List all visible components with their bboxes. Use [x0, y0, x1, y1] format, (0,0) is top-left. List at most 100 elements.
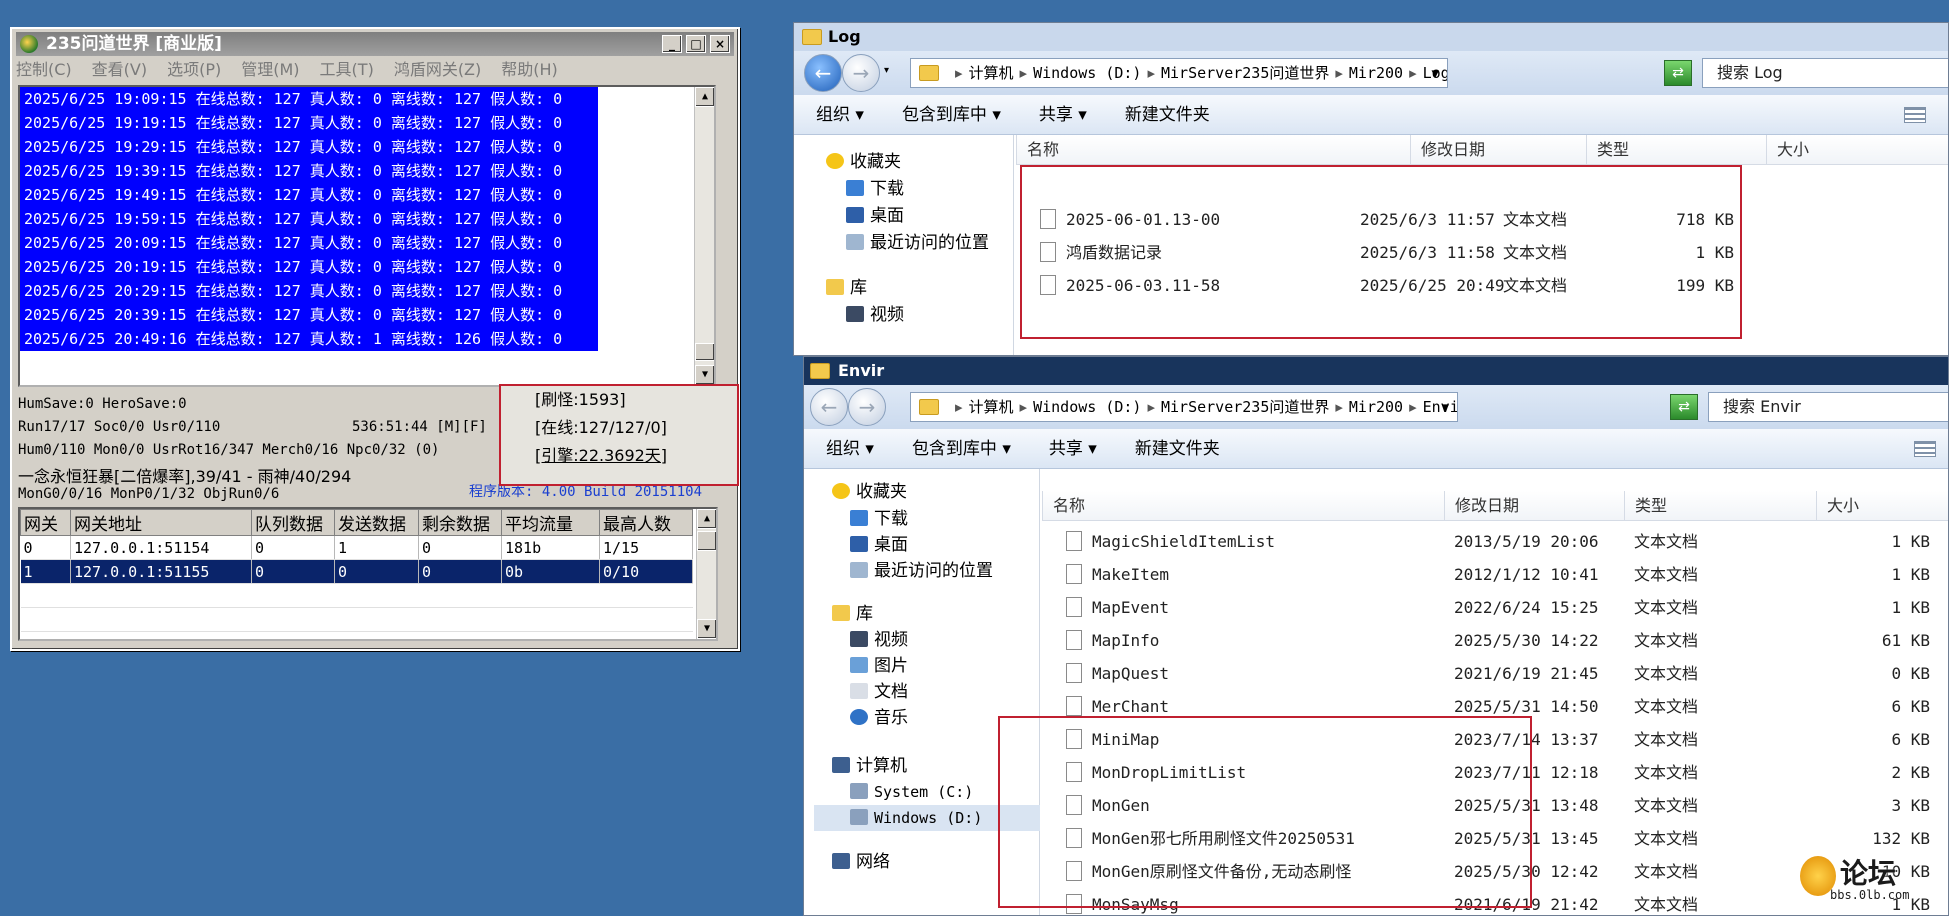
menu-control[interactable]: 控制(C) — [16, 60, 72, 79]
forward-button[interactable]: → — [842, 54, 880, 92]
gateway-scrollbar[interactable]: ▲ ▼ — [696, 509, 716, 639]
nav-pictures[interactable]: 图片 — [850, 653, 908, 679]
file-date: 2025/5/30 14:22 — [1454, 631, 1599, 650]
nav-recent[interactable]: 最近访问的位置 — [850, 558, 993, 584]
close-button[interactable]: × — [710, 35, 730, 53]
scroll-up-icon[interactable]: ▲ — [697, 509, 716, 529]
gateway-table[interactable]: 网关 网关地址 队列数据 发送数据 剩余数据 平均流量 最高人数 0 127.0… — [18, 507, 718, 641]
back-button[interactable]: ← — [810, 388, 848, 426]
crumb[interactable]: 计算机 — [969, 64, 1014, 82]
nav-libraries[interactable]: 库 — [826, 275, 867, 301]
list-item[interactable]: MagicShieldItemList 2013/5/19 20:06 文本文档 1 … — [1042, 525, 1948, 558]
scroll-up-icon[interactable]: ▲ — [695, 87, 714, 107]
nav-documents[interactable]: 文档 — [850, 679, 908, 705]
nav-downloads[interactable]: 下载 — [850, 506, 908, 532]
nav-libraries[interactable]: 库 — [832, 601, 873, 627]
crumb[interactable]: Mir200 — [1349, 64, 1403, 82]
cmd-organize[interactable]: 组织 ▾ — [826, 439, 874, 459]
nav-videos[interactable]: 视频 — [846, 302, 904, 328]
log-scrollbar[interactable]: ▲ ▼ — [694, 87, 714, 385]
chevron-down-icon[interactable]: ▾ — [884, 65, 889, 76]
chevron-down-icon[interactable]: ▾ — [1431, 59, 1439, 87]
scroll-down-icon[interactable]: ▼ — [695, 365, 714, 385]
nav-desktop[interactable]: 桌面 — [850, 532, 908, 558]
maximize-button[interactable]: □ — [686, 35, 706, 53]
log-title-bar[interactable]: Log — [794, 23, 1948, 51]
menu-help[interactable]: 帮助(H) — [501, 60, 558, 79]
log-search-input[interactable]: 搜索 Log — [1702, 58, 1948, 88]
menu-tools[interactable]: 工具(T) — [320, 60, 374, 79]
col-max[interactable]: 最高人数 — [599, 509, 693, 536]
col-queue[interactable]: 队列数据 — [251, 509, 335, 536]
col-send[interactable]: 发送数据 — [334, 509, 419, 536]
refresh-icon[interactable]: ⇄ — [1670, 394, 1698, 420]
envir-title-bar[interactable]: Envir — [804, 357, 1948, 385]
envir-breadcrumb[interactable]: ▸ 计算机 ▸ Windows (D:) ▸ MirServer235问道世界 ▸ Mir20… — [910, 392, 1458, 422]
list-item[interactable]: MapQuest 2021/6/19 21:45 文本文档 0 KB — [1042, 657, 1948, 690]
crumb[interactable]: 计算机 — [969, 398, 1014, 416]
col-gateway[interactable]: 网关 — [20, 509, 71, 536]
nav-recent[interactable]: 最近访问的位置 — [846, 230, 989, 256]
crumb[interactable]: MirServer235问道世界 — [1161, 398, 1329, 416]
cmd-organize[interactable]: 组织 ▾ — [816, 105, 864, 125]
log-breadcrumb[interactable]: ▸ 计算机 ▸ Windows (D:) ▸ MirServer235问道世界 ▸ Mir20… — [910, 58, 1448, 88]
col-avg[interactable]: 平均流量 — [501, 509, 600, 536]
col-type[interactable]: 类型 — [1624, 491, 1667, 521]
col-modified[interactable]: 修改日期 — [1410, 135, 1485, 165]
back-button[interactable]: ← — [804, 54, 842, 92]
table-row[interactable]: 1 127.0.0.1:51155 0 0 0 0b 0/10 — [20, 559, 693, 584]
nav-drive-c[interactable]: System (C:) — [850, 779, 973, 805]
table-row[interactable]: 0 127.0.0.1:51154 0 1 0 181b 1/15 — [20, 535, 693, 560]
cmd-share[interactable]: 共享 ▾ — [1049, 439, 1097, 459]
col-remain[interactable]: 剩余数据 — [418, 509, 502, 536]
server-title-bar[interactable]: 235问道世界 [商业版] _ □ × — [16, 32, 734, 56]
stat-online: [在线:127/127/0] — [535, 418, 667, 437]
col-address[interactable]: 网关地址 — [70, 509, 252, 536]
col-size[interactable]: 大小 — [1766, 135, 1809, 165]
music-icon — [850, 709, 868, 725]
nav-downloads[interactable]: 下载 — [846, 176, 904, 202]
scroll-down-icon[interactable]: ▼ — [697, 619, 716, 639]
col-name[interactable]: 名称 — [1042, 491, 1085, 521]
envir-search-input[interactable]: 搜索 Envir — [1708, 392, 1948, 422]
list-item[interactable]: MapEvent 2022/6/24 15:25 文本文档 1 KB — [1042, 591, 1948, 624]
nav-music[interactable]: 音乐 — [850, 705, 908, 731]
cmd-include-library[interactable]: 包含到库中 ▾ — [912, 439, 1011, 459]
nav-network[interactable]: 网络 — [832, 849, 890, 875]
scroll-thumb[interactable] — [695, 343, 714, 361]
crumb[interactable]: Mir200 — [1349, 398, 1403, 416]
menu-options[interactable]: 选项(P) — [167, 60, 221, 79]
nav-favorites[interactable]: 收藏夹 — [826, 149, 901, 175]
view-options-icon[interactable] — [1914, 441, 1936, 457]
cmd-share[interactable]: 共享 ▾ — [1039, 105, 1087, 125]
cmd-new-folder[interactable]: 新建文件夹 — [1125, 105, 1210, 125]
nav-favorites[interactable]: 收藏夹 — [832, 479, 907, 505]
col-type[interactable]: 类型 — [1586, 135, 1629, 165]
menu-gateway[interactable]: 鸿盾网关(Z) — [394, 60, 481, 79]
list-item[interactable]: MakeItem 2012/1/12 10:41 文本文档 1 KB — [1042, 558, 1948, 591]
minimize-button[interactable]: _ — [662, 35, 682, 53]
crumb[interactable]: Windows (D:) — [1033, 64, 1141, 82]
forward-button[interactable]: → — [848, 388, 886, 426]
chevron-down-icon[interactable]: ▾ — [1441, 393, 1449, 421]
col-modified[interactable]: 修改日期 — [1444, 491, 1519, 521]
refresh-icon[interactable]: ⇄ — [1664, 60, 1692, 86]
crumb[interactable]: Windows (D:) — [1033, 398, 1141, 416]
server-log[interactable]: 2025/6/25 19:09:15 在线总数: 127 真人数: 0 离线数:… — [18, 85, 716, 387]
crumb[interactable]: MirServer235问道世界 — [1161, 64, 1329, 82]
view-options-icon[interactable] — [1904, 107, 1926, 123]
col-name[interactable]: 名称 — [1016, 135, 1059, 165]
menu-view[interactable]: 查看(V) — [92, 60, 147, 79]
list-item[interactable]: MapInfo 2025/5/30 14:22 文本文档 61 KB — [1042, 624, 1948, 657]
crumb[interactable]: Envir — [1423, 398, 1457, 416]
cmd-new-folder[interactable]: 新建文件夹 — [1135, 439, 1220, 459]
desktop-icon — [850, 536, 868, 552]
cell: 181b — [501, 535, 600, 560]
cmd-include-library[interactable]: 包含到库中 ▾ — [902, 105, 1001, 125]
nav-computer[interactable]: 计算机 — [832, 753, 907, 779]
nav-videos[interactable]: 视频 — [850, 627, 908, 653]
col-size[interactable]: 大小 — [1816, 491, 1859, 521]
nav-desktop[interactable]: 桌面 — [846, 203, 904, 229]
scroll-thumb[interactable] — [697, 531, 716, 551]
menu-manage[interactable]: 管理(M) — [241, 60, 299, 79]
